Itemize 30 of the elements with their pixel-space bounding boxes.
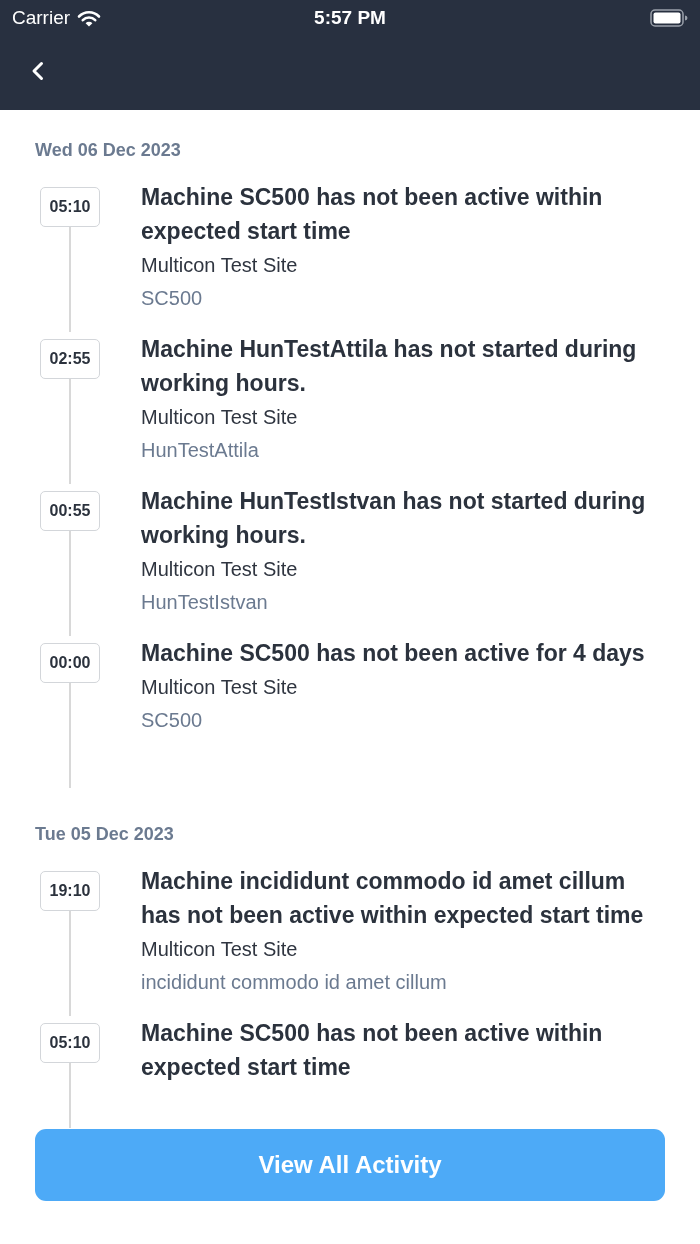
- event-title: Machine HunTestIstvan has not started during working hours.: [141, 487, 647, 550]
- event-title: Machine HunTestAttila has not started during working hours.: [141, 335, 638, 398]
- site-name: Multicon Test Site: [141, 557, 298, 582]
- machine-name: SC500: [141, 286, 203, 311]
- site-name: Multicon Test Site: [141, 405, 298, 430]
- site-name: Multicon Test Site: [141, 937, 298, 962]
- chevron-left-icon: [30, 61, 44, 81]
- event-title: Machine SC500 has not been active within expected start time: [141, 183, 604, 246]
- date-header: Tue 05 Dec 2023: [35, 824, 174, 844]
- machine-name: HunTestIstvan: [141, 590, 268, 615]
- machine-name: HunTestAttila: [141, 438, 259, 463]
- machine-name: incididunt commodo id amet cillum: [141, 970, 447, 995]
- machine-name: SC500: [141, 708, 203, 733]
- event-title: Machine incididunt commodo id amet cillum has not been active within expected start time: [141, 867, 645, 930]
- time-badge: 00:55: [40, 491, 100, 531]
- time-badge: 05:10: [40, 187, 100, 227]
- time-badge: 05:10: [40, 1023, 100, 1063]
- time-badge: 19:10: [40, 871, 100, 911]
- event-title: Machine SC500 has not been active within expected start time: [141, 1019, 604, 1082]
- time-badge: 00:00: [40, 643, 100, 683]
- date-header: Wed 06 Dec 2023: [35, 140, 181, 160]
- time-badge: 02:55: [40, 339, 100, 379]
- battery-icon: [650, 9, 688, 27]
- clock-time: 5:57 PM: [314, 7, 386, 29]
- carrier-label: Carrier: [12, 7, 71, 29]
- wifi-icon: [77, 9, 102, 27]
- view-all-activity-button[interactable]: View All Activity: [35, 1129, 665, 1201]
- site-name: Multicon Test Site: [141, 253, 298, 278]
- site-name: Multicon Test Site: [141, 675, 298, 700]
- event-title: Machine SC500 has not been active for 4 days: [141, 639, 645, 668]
